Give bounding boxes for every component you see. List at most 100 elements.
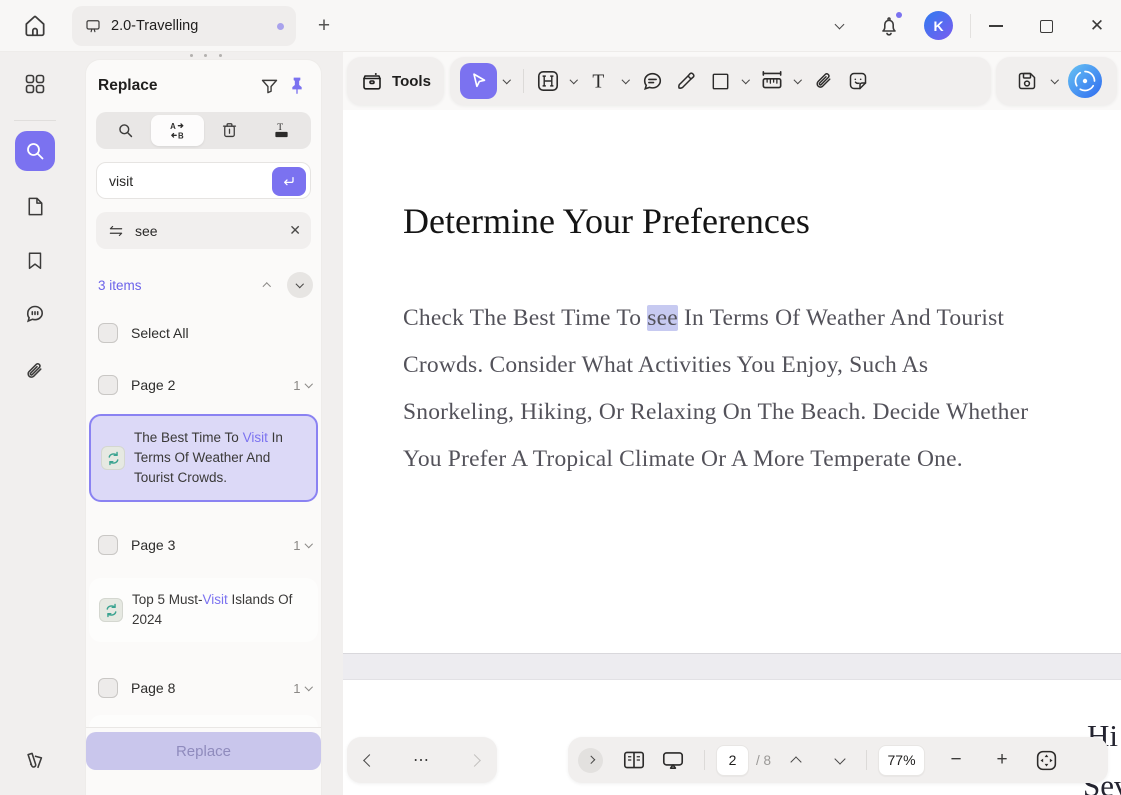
page-group-row[interactable]: Page 8 1 bbox=[98, 673, 311, 703]
notification-dot-icon bbox=[896, 12, 902, 18]
search-result-item[interactable]: Top 5 Must-Visit Islands Of 2024 bbox=[89, 578, 318, 642]
page-group-count[interactable]: 1 bbox=[293, 378, 311, 393]
attach-tool-button[interactable] bbox=[808, 63, 840, 99]
zoom-out-button[interactable]: − bbox=[941, 742, 971, 778]
sticker-tool-button[interactable] bbox=[842, 63, 874, 99]
zoom-in-button[interactable]: + bbox=[987, 742, 1017, 778]
ai-icon bbox=[1067, 63, 1103, 99]
chevron-up-icon bbox=[263, 283, 271, 291]
page-group-count[interactable]: 1 bbox=[293, 538, 311, 553]
search-input[interactable] bbox=[109, 173, 259, 189]
chevron-up-icon bbox=[790, 756, 801, 767]
heading-tool-dropdown[interactable] bbox=[566, 63, 582, 99]
ai-assistant-button[interactable] bbox=[1067, 63, 1103, 99]
page-group-row[interactable]: Page 3 1 bbox=[98, 530, 311, 560]
expand-all-button[interactable] bbox=[287, 272, 313, 298]
tab-redact[interactable]: T bbox=[256, 115, 308, 146]
search-icon bbox=[23, 139, 47, 163]
count-value: 1 bbox=[293, 681, 300, 696]
text-tool-button[interactable]: T bbox=[584, 63, 616, 99]
more-button[interactable]: ⋯ bbox=[413, 750, 431, 770]
chevron-down-icon bbox=[622, 76, 630, 84]
search-result-item[interactable]: The Best Time To Visit In Terms Of Weath… bbox=[89, 414, 318, 502]
page-number-input[interactable]: 2 bbox=[716, 745, 749, 776]
rail-comments-button[interactable] bbox=[15, 294, 55, 334]
search-icon bbox=[116, 121, 135, 140]
rail-theme-button[interactable] bbox=[15, 740, 55, 780]
result-match: Visit bbox=[243, 430, 268, 445]
collapse-all-button[interactable] bbox=[255, 281, 279, 290]
items-count[interactable]: 3 items bbox=[98, 278, 255, 293]
titlebar-dropdown-button[interactable] bbox=[828, 16, 850, 36]
page-view-button[interactable] bbox=[615, 742, 653, 778]
document-tab[interactable]: 2.0-Travelling bbox=[72, 6, 296, 46]
text-tool-dropdown[interactable] bbox=[618, 63, 634, 99]
save-button[interactable] bbox=[1011, 63, 1043, 99]
save-dropdown[interactable] bbox=[1047, 63, 1063, 99]
search-result-item-partial[interactable] bbox=[89, 715, 318, 727]
close-button[interactable]: ✕ bbox=[1083, 13, 1111, 39]
notifications-button[interactable] bbox=[874, 10, 904, 42]
forward-button[interactable] bbox=[470, 756, 479, 765]
panel-toggle-button[interactable] bbox=[578, 748, 603, 773]
clear-icon: ✕ bbox=[289, 222, 301, 238]
chevron-down-icon bbox=[503, 76, 511, 84]
page-group-count[interactable]: 1 bbox=[293, 681, 311, 696]
select-all-row[interactable]: Select All bbox=[98, 318, 311, 348]
user-avatar[interactable]: K bbox=[924, 11, 953, 40]
measure-tool-dropdown[interactable] bbox=[790, 63, 806, 99]
tools-button[interactable]: Tools bbox=[347, 57, 444, 105]
maximize-button[interactable] bbox=[1032, 14, 1060, 38]
pin-button[interactable] bbox=[283, 74, 311, 98]
page-checkbox[interactable] bbox=[98, 678, 118, 698]
trash-icon bbox=[220, 121, 239, 140]
next-page-button[interactable] bbox=[825, 742, 855, 778]
document-page[interactable]: Determine Your Preferences Check The Bes… bbox=[343, 110, 1121, 795]
save-group bbox=[996, 57, 1117, 105]
select-tool-button[interactable] bbox=[460, 63, 497, 99]
marker-tool-button[interactable] bbox=[670, 63, 702, 99]
previous-page-button[interactable] bbox=[781, 742, 811, 778]
search-submit-button[interactable] bbox=[272, 167, 306, 196]
minimize-button[interactable] bbox=[982, 14, 1010, 38]
tab-delete[interactable] bbox=[204, 115, 256, 146]
select-tool-dropdown[interactable] bbox=[499, 63, 515, 99]
svg-text:B: B bbox=[178, 131, 184, 140]
filter-button[interactable] bbox=[255, 74, 283, 98]
measure-tool-button[interactable] bbox=[756, 63, 788, 99]
tab-replace[interactable]: AB bbox=[151, 115, 203, 146]
tab-search[interactable] bbox=[99, 115, 151, 146]
rail-pages-button[interactable] bbox=[15, 186, 55, 226]
page-checkbox[interactable] bbox=[98, 535, 118, 555]
page-checkbox[interactable] bbox=[98, 375, 118, 395]
new-tab-button[interactable]: + bbox=[311, 13, 337, 39]
heading-tool-button[interactable] bbox=[532, 63, 564, 99]
svg-text:T: T bbox=[592, 72, 604, 93]
comment-tool-button[interactable] bbox=[636, 63, 668, 99]
fit-screen-button[interactable] bbox=[1027, 742, 1065, 778]
bookmark-icon bbox=[24, 250, 46, 272]
replace-button[interactable]: Replace bbox=[86, 732, 321, 770]
toolbar-divider bbox=[523, 69, 524, 93]
rail-bookmarks-button[interactable] bbox=[15, 241, 55, 281]
page-group-row[interactable]: Page 2 1 bbox=[98, 370, 311, 400]
rail-attachments-button[interactable] bbox=[15, 351, 55, 391]
replace-input[interactable] bbox=[135, 223, 265, 239]
home-button[interactable] bbox=[18, 10, 52, 42]
back-button[interactable] bbox=[365, 756, 374, 765]
result-text: Top 5 Must-Visit Islands Of 2024 bbox=[132, 590, 308, 630]
page-number-value: 2 bbox=[729, 752, 737, 768]
rail-apps-button[interactable] bbox=[15, 64, 55, 104]
unsaved-dot-icon bbox=[277, 23, 284, 30]
shape-tool-button[interactable] bbox=[704, 63, 736, 99]
clear-replace-button[interactable]: ✕ bbox=[289, 222, 301, 239]
shape-tool-dropdown[interactable] bbox=[738, 63, 754, 99]
select-all-checkbox[interactable] bbox=[98, 323, 118, 343]
result-pre: The Best Time To bbox=[134, 430, 243, 445]
zoom-level[interactable]: 77% bbox=[878, 745, 925, 776]
document-paragraph: Check The Best Time To see In Terms Of W… bbox=[403, 295, 1031, 483]
presentation-button[interactable] bbox=[653, 742, 693, 778]
minimize-icon bbox=[989, 25, 1003, 27]
titlebar-divider bbox=[970, 14, 971, 38]
rail-search-button[interactable] bbox=[15, 131, 55, 171]
